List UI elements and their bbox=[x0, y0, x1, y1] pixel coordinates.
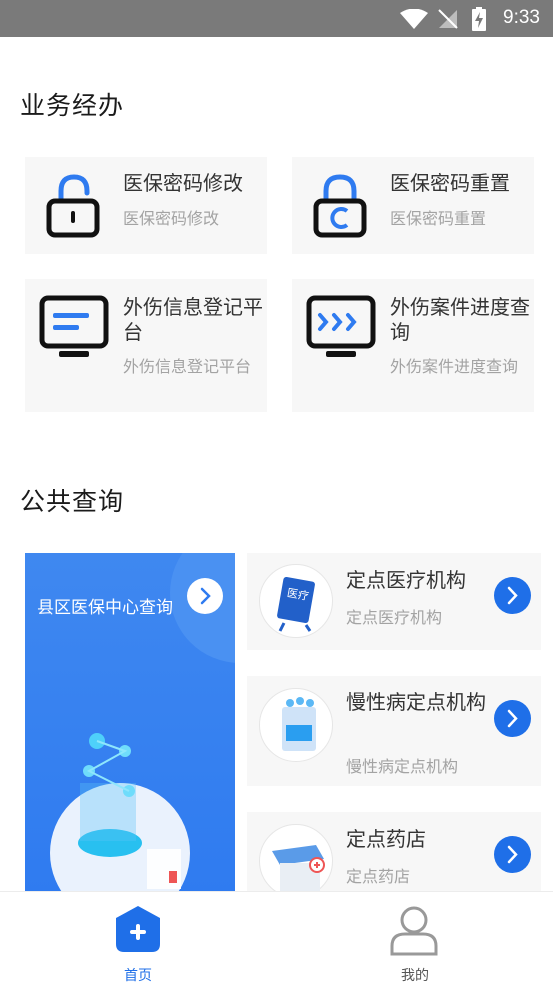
card-title: 外伤信息登记平台 bbox=[123, 295, 263, 344]
chevron-right-icon bbox=[507, 586, 518, 605]
card-password-change[interactable]: 医保密码修改 医保密码修改 bbox=[25, 157, 267, 254]
query-item-arrow-button[interactable] bbox=[494, 700, 531, 737]
user-icon bbox=[390, 906, 438, 956]
unlock-icon bbox=[46, 174, 100, 238]
query-item-designated-medical[interactable]: 医疗 定点医疗机构 定点医疗机构 bbox=[247, 553, 541, 650]
medicine-box-icon bbox=[259, 824, 333, 891]
battery-charging-icon bbox=[472, 7, 486, 31]
county-center-banner[interactable]: 县区医保中心查询 bbox=[25, 553, 235, 893]
tab-mine[interactable]: 我的 bbox=[277, 892, 553, 983]
query-item-arrow-button[interactable] bbox=[494, 836, 531, 873]
home-medical-icon bbox=[116, 906, 160, 952]
status-bar: 9:33 bbox=[0, 0, 553, 37]
banner-title: 县区医保中心查询 bbox=[37, 598, 173, 618]
chevron-right-icon bbox=[200, 587, 211, 605]
card-title: 医保密码重置 bbox=[390, 171, 510, 195]
query-item-arrow-button[interactable] bbox=[494, 577, 531, 614]
lock-reset-icon bbox=[313, 174, 367, 238]
no-signal-icon bbox=[438, 9, 458, 29]
wifi-icon bbox=[400, 9, 428, 29]
query-item-subtitle: 定点医疗机构 bbox=[346, 608, 443, 627]
tab-home-label: 首页 bbox=[124, 968, 152, 983]
public-query-section-title: 公共查询 bbox=[20, 487, 125, 516]
card-title: 外伤案件进度查询 bbox=[390, 295, 530, 344]
card-subtitle: 外伤案件进度查询 bbox=[390, 357, 519, 376]
monitor-list-icon bbox=[39, 295, 109, 357]
card-injury-registration[interactable]: 外伤信息登记平台 外伤信息登记平台 bbox=[25, 279, 267, 412]
tab-mine-label: 我的 bbox=[401, 968, 429, 983]
card-subtitle: 医保密码修改 bbox=[123, 209, 220, 228]
tab-home[interactable]: 首页 bbox=[0, 892, 276, 983]
query-item-subtitle: 慢性病定点机构 bbox=[346, 757, 459, 776]
card-subtitle: 外伤信息登记平台 bbox=[123, 357, 252, 376]
card-password-reset[interactable]: 医保密码重置 医保密码重置 bbox=[292, 157, 534, 254]
query-item-title: 定点药店 bbox=[346, 827, 426, 851]
status-time: 9:33 bbox=[503, 7, 540, 28]
card-subtitle: 医保密码重置 bbox=[390, 209, 487, 228]
card-title: 医保密码修改 bbox=[123, 171, 243, 195]
chevron-right-icon bbox=[507, 845, 518, 864]
query-item-title: 慢性病定点机构 bbox=[346, 690, 486, 714]
query-item-title: 定点医疗机构 bbox=[346, 568, 466, 592]
bottom-tab-bar: 首页 我的 bbox=[0, 891, 553, 983]
business-section-title: 业务经办 bbox=[20, 91, 125, 120]
query-item-chronic-disease[interactable]: 慢性病定点机构 慢性病定点机构 bbox=[247, 676, 541, 786]
card-injury-progress[interactable]: 外伤案件进度查询 外伤案件进度查询 bbox=[292, 279, 534, 412]
medical-machine-icon bbox=[259, 688, 333, 762]
monitor-progress-icon bbox=[306, 295, 376, 357]
query-item-designated-pharmacy[interactable]: 定点药店 定点药店 bbox=[247, 812, 541, 891]
banner-arrow-button[interactable] bbox=[187, 578, 223, 614]
chevron-right-icon bbox=[507, 709, 518, 728]
medical-sign-icon: 医疗 bbox=[259, 564, 333, 638]
query-item-subtitle: 定点药店 bbox=[346, 867, 411, 886]
